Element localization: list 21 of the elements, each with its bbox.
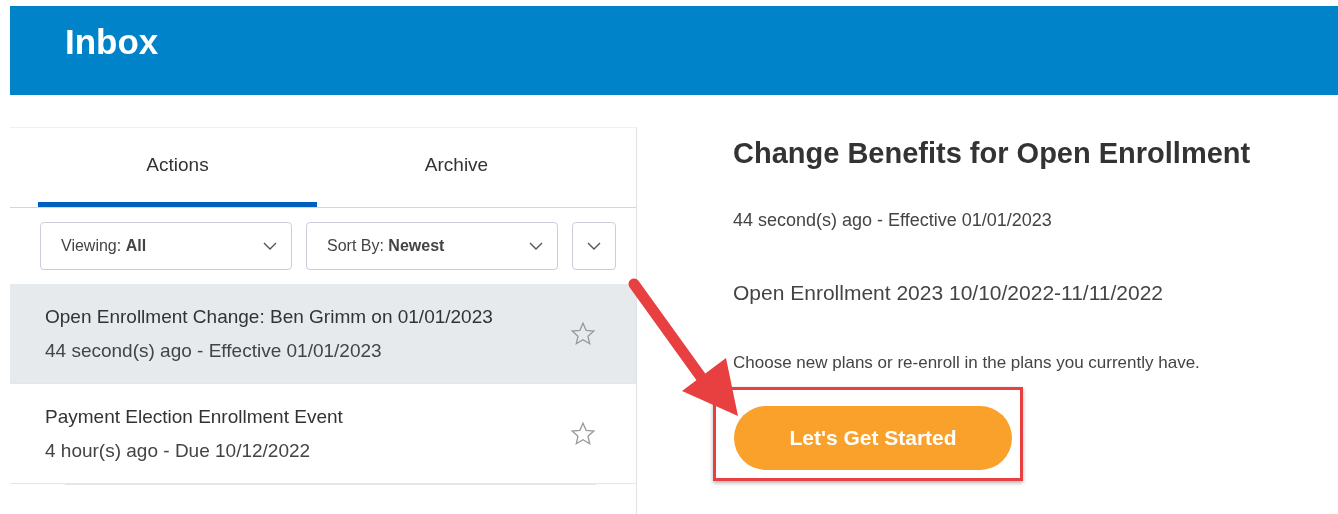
detail-meta: 44 second(s) ago - Effective 01/01/2023 [733, 210, 1053, 231]
item-subtitle: 44 second(s) ago - Effective 01/01/2023 [45, 339, 383, 362]
page-title: Inbox [65, 21, 159, 62]
event-name: Open Enrollment 2023 10/10/2022-11/11/2022 [733, 281, 1165, 305]
chevron-icon [529, 242, 543, 250]
chevron-icon [263, 242, 277, 250]
filter-dropdown[interactable]: Viewing: All [40, 222, 292, 270]
tab[interactable]: Actions [38, 128, 317, 207]
star-icon[interactable] [570, 320, 596, 347]
item-title: Payment Election Enrollment Event [45, 405, 343, 428]
item-title: Open Enrollment Change: Ben Grimm on 01/01/2023 [45, 305, 493, 328]
tab[interactable]: Archive [317, 128, 596, 207]
chevron-icon [587, 242, 601, 250]
description: Choose new plans or re-enroll in the plans you currently have. [733, 353, 1201, 373]
inbox-item[interactable]: Payment Election Enrollment Event 4 hour(s) ago - Due 10/12/2022 [10, 384, 636, 484]
filter-dropdown[interactable]: Sort By: Newest [306, 222, 558, 270]
inbox-item[interactable]: Open Enrollment Change: Ben Grimm on 01/01/2023 44 second(s) ago - Effective 01/01/2023 [10, 284, 636, 384]
expand-button[interactable] [572, 222, 616, 270]
star-icon[interactable] [570, 420, 596, 447]
detail-title: Change Benefits for Open Enrollment [733, 137, 1251, 170]
item-subtitle: 4 hour(s) ago - Due 10/12/2022 [45, 439, 312, 462]
